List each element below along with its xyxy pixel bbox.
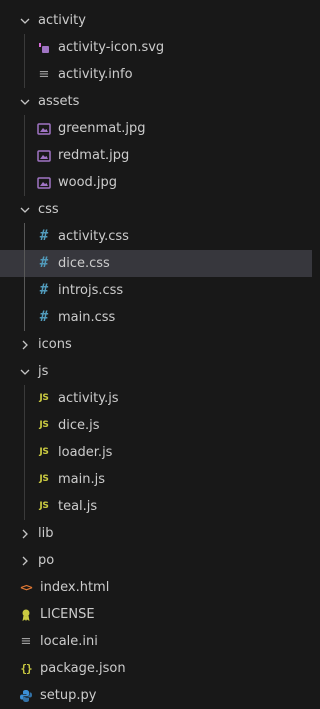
indent-guide [24,61,25,88]
file-introjs-css[interactable]: # introjs.css [0,277,312,304]
folder-label: activity [38,13,86,28]
file-license[interactable]: LICENSE [0,601,312,628]
file-label: main.js [58,472,105,487]
indent-guide [24,223,25,250]
image-file-icon [36,175,52,191]
json-braces-icon: {} [20,662,32,675]
indent-guide [24,34,25,61]
indent-guide [24,115,25,142]
folder-js[interactable]: js [0,358,312,385]
file-label: main.css [58,310,116,325]
indent-guide [24,142,25,169]
file-label: dice.js [58,418,100,433]
folder-label: lib [38,526,54,541]
text-lines-icon: ≡ [38,67,50,82]
folder-label: po [38,553,55,568]
file-activity-info[interactable]: ≡ activity.info [0,61,312,88]
file-label: greenmat.jpg [58,121,146,136]
text-lines-icon: ≡ [20,634,32,649]
file-teal-js[interactable]: JS teal.js [0,493,312,520]
chevron-down-icon [18,14,32,28]
folder-label: icons [38,337,72,352]
file-index-html[interactable]: <> index.html [0,574,312,601]
file-label: wood.jpg [58,175,118,190]
file-label: teal.js [58,499,98,514]
chevron-right-icon [18,338,32,352]
file-label: loader.js [58,445,113,460]
file-label: introjs.css [58,283,124,298]
indent-guide [24,412,25,439]
python-icon [18,688,34,704]
file-label: redmat.jpg [58,148,130,163]
file-greenmat-jpg[interactable]: greenmat.jpg [0,115,312,142]
folder-po[interactable]: po [0,547,312,574]
folder-label: css [38,202,59,217]
file-setup-py[interactable]: setup.py [0,682,312,709]
file-label: package.json [40,661,126,676]
folder-label: js [38,364,49,379]
file-label: dice.css [58,256,110,271]
javascript-icon: JS [39,474,49,484]
folder-icons[interactable]: icons [0,331,312,358]
file-label: setup.py [40,688,97,703]
indent-guide [24,385,25,412]
svg-file-icon [36,40,52,56]
file-label: activity.info [58,67,133,82]
file-main-css[interactable]: # main.css [0,304,312,331]
folder-assets[interactable]: assets [0,88,312,115]
file-loader-js[interactable]: JS loader.js [0,439,312,466]
file-explorer-tree: activity activity-icon.svg ≡ activity.in… [0,0,312,709]
file-dice-css[interactable]: # dice.css [0,250,312,277]
file-dice-js[interactable]: JS dice.js [0,412,312,439]
chevron-down-icon [18,95,32,109]
folder-label: assets [38,94,80,109]
folder-css[interactable]: css [0,196,312,223]
folder-activity[interactable]: activity [0,7,312,34]
chevron-down-icon [18,203,32,217]
file-wood-jpg[interactable]: wood.jpg [0,169,312,196]
javascript-icon: JS [39,393,49,403]
folder-lib[interactable]: lib [0,520,312,547]
file-locale-ini[interactable]: ≡ locale.ini [0,628,312,655]
indent-guide [24,169,25,196]
license-ribbon-icon [18,607,34,623]
file-label: activity-icon.svg [58,40,165,55]
image-file-icon [36,148,52,164]
file-label: locale.ini [40,634,98,649]
css-hash-icon: # [39,309,49,325]
chevron-right-icon [18,554,32,568]
indent-guide [24,304,25,331]
javascript-icon: JS [39,501,49,511]
css-hash-icon: # [39,255,49,271]
file-activity-css[interactable]: # activity.css [0,223,312,250]
indent-guide [24,466,25,493]
chevron-down-icon [18,365,32,379]
file-label: LICENSE [40,607,95,622]
css-hash-icon: # [39,282,49,298]
image-file-icon [36,121,52,137]
file-activity-icon-svg[interactable]: activity-icon.svg [0,34,312,61]
file-package-json[interactable]: {} package.json [0,655,312,682]
indent-guide [24,250,25,277]
javascript-icon: JS [39,420,49,430]
html-code-icon: <> [20,581,32,594]
indent-guide [24,493,25,520]
file-label: activity.css [58,229,129,244]
indent-guide [24,439,25,466]
file-main-js[interactable]: JS main.js [0,466,312,493]
file-label: index.html [40,580,110,595]
file-label: activity.js [58,391,119,406]
indent-guide [24,277,25,304]
css-hash-icon: # [39,228,49,244]
chevron-right-icon [18,527,32,541]
file-redmat-jpg[interactable]: redmat.jpg [0,142,312,169]
file-activity-js[interactable]: JS activity.js [0,385,312,412]
javascript-icon: JS [39,447,49,457]
